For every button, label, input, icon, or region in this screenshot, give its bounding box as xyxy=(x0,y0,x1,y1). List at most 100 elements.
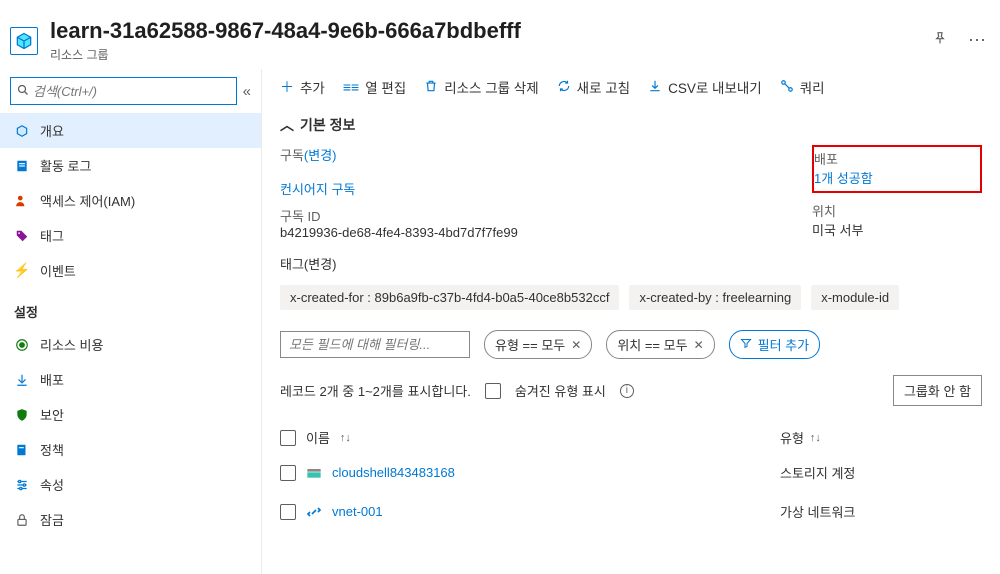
collapse-sidebar-button[interactable]: « xyxy=(243,83,251,100)
sidebar-item-label: 속성 xyxy=(40,475,64,494)
sidebar-item-label: 이벤트 xyxy=(40,261,76,280)
location-filter-pill[interactable]: 위치 == 모두✕ xyxy=(606,330,714,359)
table-header: 이름 ↑↓ 유형 ↑↓ xyxy=(280,422,982,453)
sidebar-search[interactable] xyxy=(10,77,237,105)
sidebar-item-properties[interactable]: 속성 xyxy=(0,467,261,502)
columns-icon: ≡≡ xyxy=(343,79,359,95)
storage-icon xyxy=(306,465,322,481)
sidebar-item-locks[interactable]: 잠금 xyxy=(0,502,261,537)
lock-icon xyxy=(14,512,30,528)
chevron-up-icon: ︿ xyxy=(280,115,294,135)
sidebar-item-cost[interactable]: 리소스 비용 xyxy=(0,327,261,362)
page-title: learn-31a62588-9867-48a4-9e6b-666a7bdbef… xyxy=(50,18,916,44)
subscription-id-value: b4219936-de68-4fe4-8393-4bd7d7f7fe99 xyxy=(280,225,518,240)
essentials-right-col: 배포 1개 성공함 위치 미국 서부 xyxy=(812,145,982,240)
tags-pills-row: x-created-for : 89b6a9fb-c37b-4fd4-b0a5-… xyxy=(262,279,1000,316)
subscription-value[interactable]: 컨시어지 구독 xyxy=(280,182,355,197)
essentials-toggle[interactable]: ︿ 기본 정보 xyxy=(262,105,1000,141)
resource-type: 스토리지 계정 xyxy=(780,463,855,482)
show-hidden-checkbox[interactable] xyxy=(485,383,501,399)
close-icon[interactable]: ✕ xyxy=(694,338,704,352)
tag-pill[interactable]: x-created-by : freelearning xyxy=(629,285,801,310)
essentials-left-col: 구독(변경) 컨시어지 구독 구독 ID b4219936-de68-4fe4-… xyxy=(280,145,772,240)
query-icon xyxy=(780,79,794,96)
type-filter-pill[interactable]: 유형 == 모두✕ xyxy=(484,330,592,359)
show-hidden-label: 숨겨진 유형 표시 xyxy=(515,381,606,400)
sidebar-item-deployments[interactable]: 배포 xyxy=(0,362,261,397)
add-filter-button[interactable]: 필터 추가 xyxy=(729,330,820,359)
log-icon xyxy=(14,158,30,174)
type-column-header[interactable]: 유형 ↑↓ xyxy=(780,428,821,447)
sidebar-item-tags[interactable]: 태그 xyxy=(0,218,261,253)
table-row[interactable]: cloudshell843483168 스토리지 계정 xyxy=(280,453,982,492)
sort-icon: ↑↓ xyxy=(810,432,821,444)
sidebar-item-events[interactable]: ⚡ 이벤트 xyxy=(0,253,261,288)
sidebar-item-label: 활동 로그 xyxy=(40,156,91,175)
sidebar-item-label: 액세스 제어(IAM) xyxy=(40,191,135,210)
sidebar-item-label: 리소스 비용 xyxy=(40,335,103,354)
subscription-label: 구독 xyxy=(280,145,304,164)
search-input[interactable] xyxy=(33,84,230,99)
sidebar-item-activity-log[interactable]: 활동 로그 xyxy=(0,148,261,183)
sidebar-item-label: 잠금 xyxy=(40,510,64,529)
sidebar-item-iam[interactable]: 액세스 제어(IAM) xyxy=(0,183,261,218)
location-label: 위치 xyxy=(812,204,836,219)
export-csv-button[interactable]: CSV로 내보내기 xyxy=(648,77,762,97)
refresh-button[interactable]: 새로 고침 xyxy=(557,77,630,97)
trash-icon xyxy=(424,79,438,96)
tag-pill[interactable]: x-created-for : 89b6a9fb-c37b-4fd4-b0a5-… xyxy=(280,285,619,310)
deploy-icon xyxy=(14,372,30,388)
sidebar-item-label: 정책 xyxy=(40,440,64,459)
cost-icon xyxy=(14,337,30,353)
sidebar-item-overview[interactable]: 개요 xyxy=(0,113,261,148)
tag-pill[interactable]: x-module-id xyxy=(811,285,899,310)
cube-icon xyxy=(14,123,30,139)
deployments-highlight: 배포 1개 성공함 xyxy=(812,145,982,193)
page-header: learn-31a62588-9867-48a4-9e6b-666a7bdbef… xyxy=(0,0,1000,69)
sidebar-item-label: 개요 xyxy=(40,121,64,140)
sidebar-item-policies[interactable]: 정책 xyxy=(0,432,261,467)
row-checkbox[interactable] xyxy=(280,465,296,481)
change-tags-link[interactable]: (변경) xyxy=(304,257,337,272)
vnet-icon xyxy=(306,504,322,520)
tag-icon xyxy=(14,228,30,244)
table-row[interactable]: vnet-001 가상 네트워크 xyxy=(280,492,982,531)
group-by-button[interactable]: 그룹화 안 함 xyxy=(893,375,982,406)
close-icon[interactable]: ✕ xyxy=(571,338,581,352)
main-content: ＋추가 ≡≡열 편집 리소스 그룹 삭제 새로 고침 CSV로 내보내기 쿼리 … xyxy=(262,69,1000,574)
resource-table: 이름 ↑↓ 유형 ↑↓ cloudshell843483168 스토리지 계정 xyxy=(262,414,1000,539)
more-button[interactable]: ⋯ xyxy=(964,26,990,55)
event-icon: ⚡ xyxy=(14,263,30,279)
resource-type: 가상 네트워크 xyxy=(780,502,855,521)
row-checkbox[interactable] xyxy=(280,504,296,520)
pin-button[interactable] xyxy=(928,26,952,55)
query-button[interactable]: 쿼리 xyxy=(780,77,825,97)
search-icon xyxy=(17,84,29,99)
refresh-icon xyxy=(557,79,571,96)
name-column-header[interactable]: 이름 ↑↓ xyxy=(280,428,780,447)
deployments-label: 배포 xyxy=(814,152,838,167)
page-subtitle: 리소스 그룹 xyxy=(50,46,916,63)
sidebar-item-security[interactable]: 보안 xyxy=(0,397,261,432)
filter-row: 유형 == 모두✕ 위치 == 모두✕ 필터 추가 xyxy=(262,316,1000,367)
edit-columns-button[interactable]: ≡≡열 편집 xyxy=(343,77,406,97)
add-button[interactable]: ＋추가 xyxy=(280,77,325,97)
download-icon xyxy=(648,79,662,96)
toolbar: ＋추가 ≡≡열 편집 리소스 그룹 삭제 새로 고침 CSV로 내보내기 쿼리 xyxy=(262,69,1000,105)
resource-name-link[interactable]: cloudshell843483168 xyxy=(332,465,455,480)
sidebar-section-settings: 설정 xyxy=(0,288,261,327)
filter-input[interactable] xyxy=(280,331,470,358)
tags-label-row: 태그(변경) xyxy=(262,248,1000,279)
change-subscription-link[interactable]: (변경) xyxy=(304,145,337,164)
info-icon[interactable]: i xyxy=(620,384,634,398)
resource-name-link[interactable]: vnet-001 xyxy=(332,504,383,519)
sort-icon: ↑↓ xyxy=(340,432,351,444)
subscription-id-label: 구독 ID xyxy=(280,209,321,224)
filter-icon xyxy=(740,337,752,352)
records-row: 레코드 2개 중 1~2개를 표시합니다. 숨겨진 유형 표시 i 그룹화 안 … xyxy=(262,367,1000,414)
delete-button[interactable]: 리소스 그룹 삭제 xyxy=(424,77,538,97)
sidebar-search-row: « xyxy=(0,69,261,113)
essentials-section: 구독(변경) 컨시어지 구독 구독 ID b4219936-de68-4fe4-… xyxy=(262,141,1000,248)
select-all-checkbox[interactable] xyxy=(280,430,296,446)
deployments-value[interactable]: 1개 성공함 xyxy=(814,171,873,186)
